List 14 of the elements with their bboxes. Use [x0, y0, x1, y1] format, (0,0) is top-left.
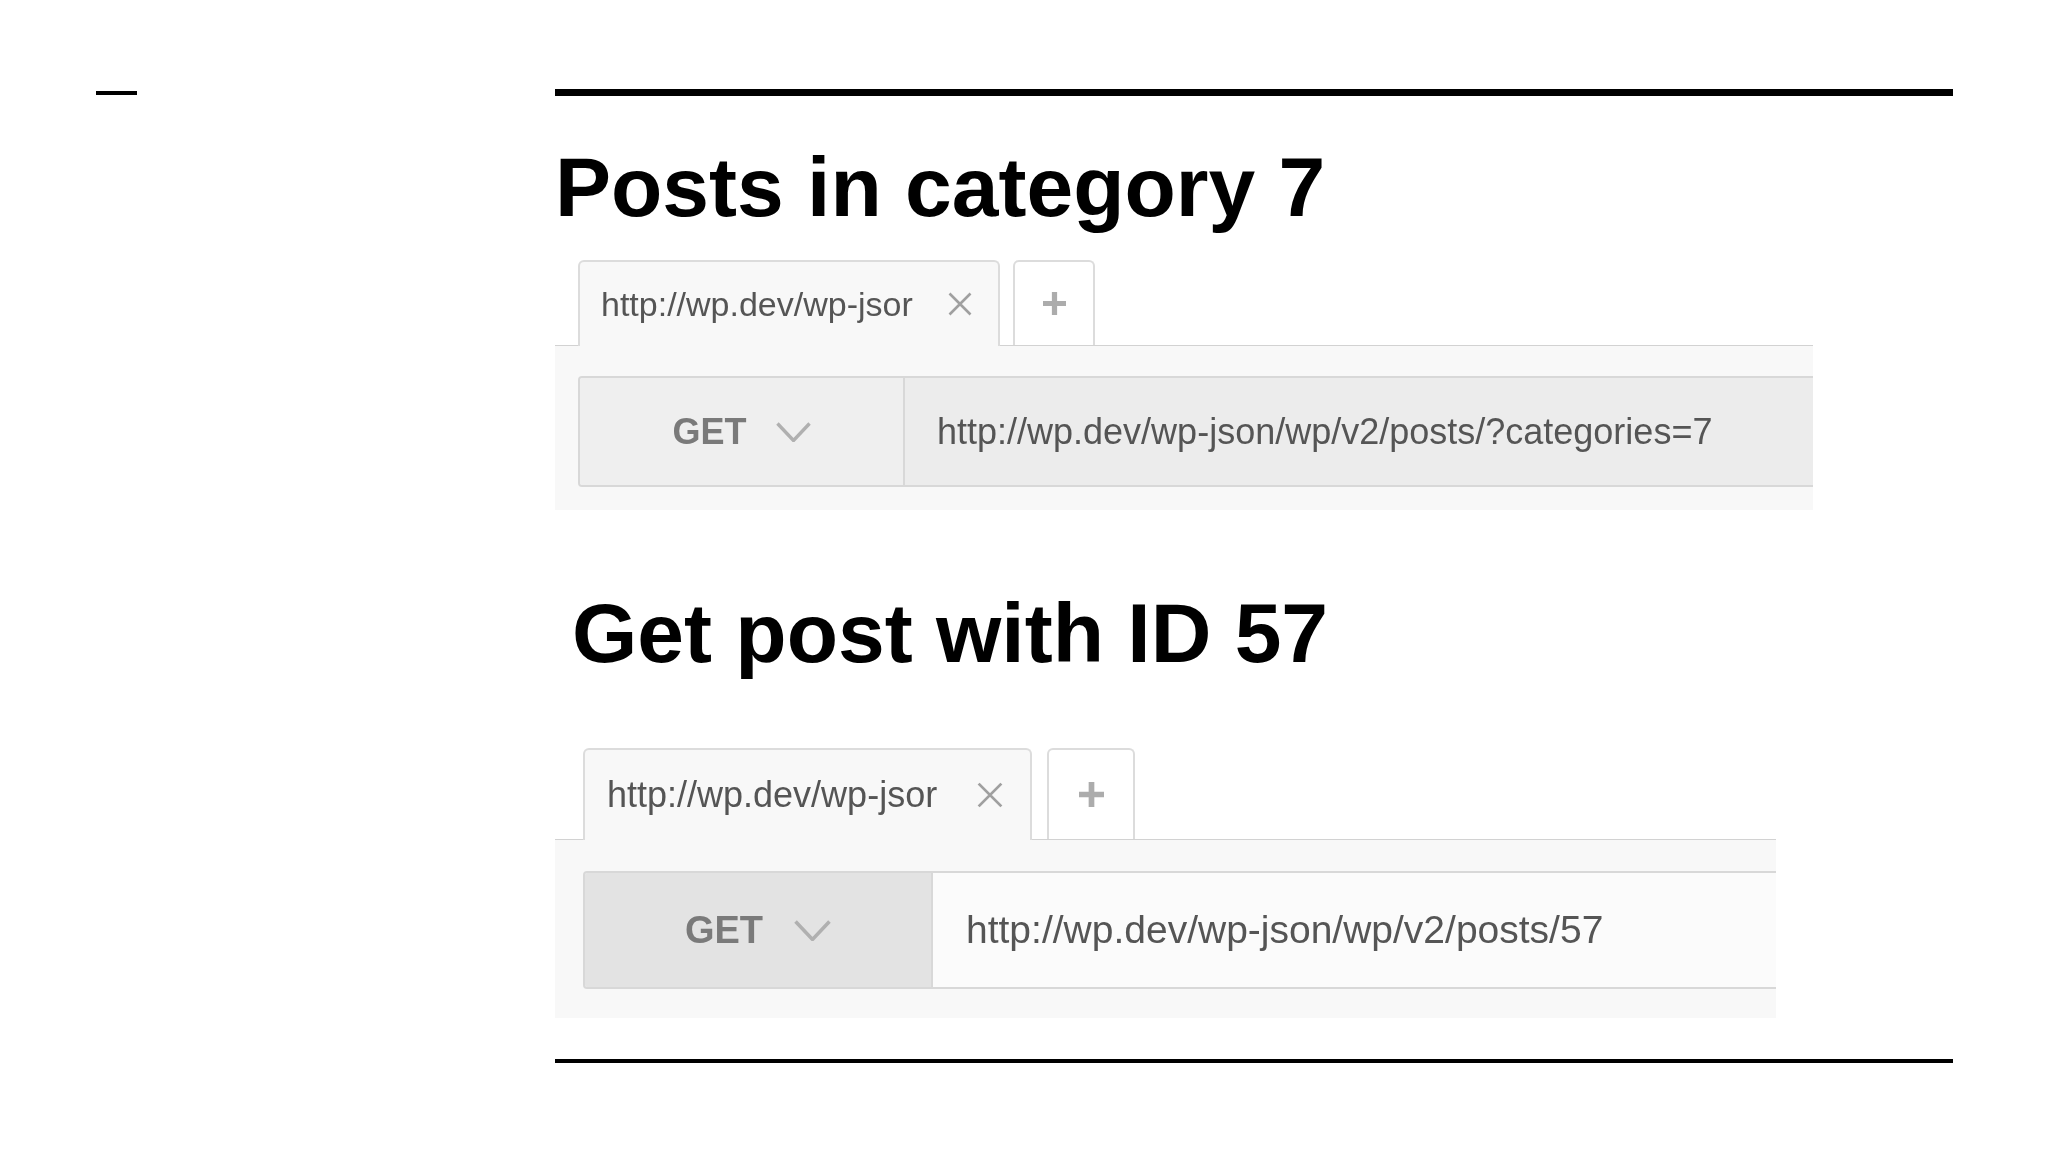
- method-dropdown[interactable]: GET: [580, 378, 905, 485]
- request-tab[interactable]: http://wp.dev/wp-jsor: [583, 748, 1032, 840]
- url-input[interactable]: http://wp.dev/wp-json/wp/v2/posts/?categories=7: [937, 404, 1813, 459]
- new-tab-button[interactable]: [1047, 748, 1135, 839]
- plus-icon: [1078, 782, 1104, 807]
- request-tab[interactable]: http://wp.dev/wp-jsor: [578, 260, 1000, 346]
- chevron-down-icon: [775, 421, 811, 442]
- url-field[interactable]: http://wp.dev/wp-json/wp/v2/posts/?categories=7: [905, 378, 1813, 485]
- chevron-down-icon: [794, 919, 832, 941]
- close-icon[interactable]: [977, 782, 1003, 808]
- url-input[interactable]: http://wp.dev/wp-json/wp/v2/posts/57: [966, 900, 1776, 960]
- new-tab-button[interactable]: [1013, 260, 1095, 345]
- close-icon[interactable]: [948, 292, 972, 316]
- plus-icon: [1042, 292, 1066, 315]
